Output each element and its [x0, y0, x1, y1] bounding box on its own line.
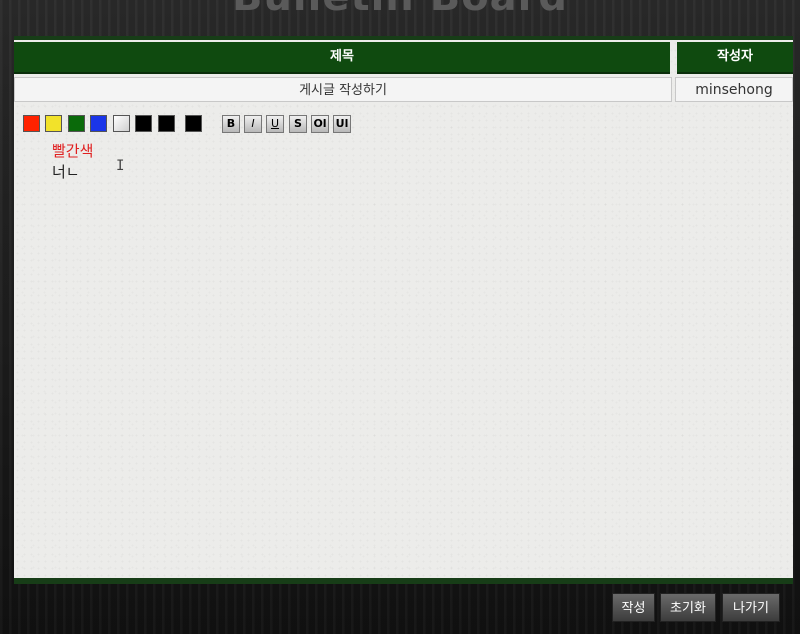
text-cursor-icon: I [116, 158, 125, 174]
ordered-list-button[interactable]: Ol [311, 115, 329, 133]
strikethrough-button[interactable]: S [289, 115, 307, 133]
italic-button[interactable]: I [244, 115, 262, 133]
page-title: Bulletin Board [0, 0, 800, 20]
color-swatch-red[interactable] [23, 115, 40, 132]
bold-button[interactable]: B [222, 115, 240, 133]
reset-button[interactable]: 초기화 [660, 593, 716, 622]
content-editor[interactable]: 빨간색 너ㄴ [52, 140, 752, 200]
underline-button[interactable]: U [266, 115, 284, 133]
color-swatch-blue[interactable] [90, 115, 107, 132]
submit-button[interactable]: 작성 [612, 593, 655, 622]
post-form: 제목 작성자 게시글 작성하기 minsehong B I U S Ol Ul … [14, 40, 793, 580]
exit-button[interactable]: 나가기 [722, 593, 780, 622]
editor-line-red: 빨간색 [52, 142, 94, 160]
form-footer: 작성 초기화 나가기 [14, 584, 793, 630]
color-swatch-black-1[interactable] [135, 115, 152, 132]
color-swatch-black-3[interactable] [185, 115, 202, 132]
title-column-header: 제목 [14, 42, 670, 74]
title-input[interactable]: 게시글 작성하기 [14, 77, 672, 102]
author-column-header: 작성자 [677, 42, 793, 74]
color-swatch-white[interactable] [113, 115, 130, 132]
unordered-list-button[interactable]: Ul [333, 115, 351, 133]
color-swatch-black-2[interactable] [158, 115, 175, 132]
color-swatch-yellow[interactable] [45, 115, 62, 132]
editor-line: 너ㄴ [52, 163, 80, 181]
color-swatch-green[interactable] [68, 115, 85, 132]
author-field: minsehong [675, 77, 793, 102]
